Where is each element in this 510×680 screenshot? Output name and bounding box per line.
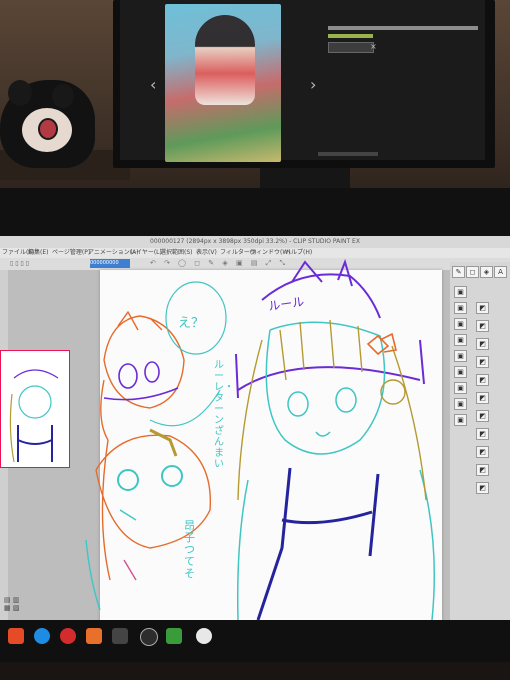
navigator-mini-sketch [9, 369, 59, 463]
desk-edge [0, 662, 510, 680]
sketch-layer [9, 258, 436, 621]
sketch-note-lower: 昂子つてそ [184, 519, 195, 580]
windows-taskbar [0, 620, 510, 662]
clip-studio-icon[interactable] [196, 628, 212, 644]
chibi-head-sketch [100, 310, 185, 441]
taskbar-app-icon[interactable] [60, 628, 76, 644]
sketch-note-vertical: ルーレ・ターンざんまい [214, 360, 234, 470]
right-figure-hat [235, 258, 425, 399]
edge-browser-icon[interactable] [34, 628, 50, 644]
taskbar-app-icon[interactable] [140, 628, 158, 646]
taskbar-app-icon[interactable] [112, 628, 128, 644]
taskbar-app-icon[interactable] [86, 628, 102, 644]
right-figure-swimsuit [256, 467, 380, 621]
taskbar-app-icon[interactable] [166, 628, 182, 644]
sketch-note-bubble: え？ [178, 316, 205, 331]
chibi-eyes-sketch [103, 361, 179, 401]
taskbar-app-icon[interactable] [8, 628, 24, 644]
right-figure-hair [237, 319, 427, 501]
